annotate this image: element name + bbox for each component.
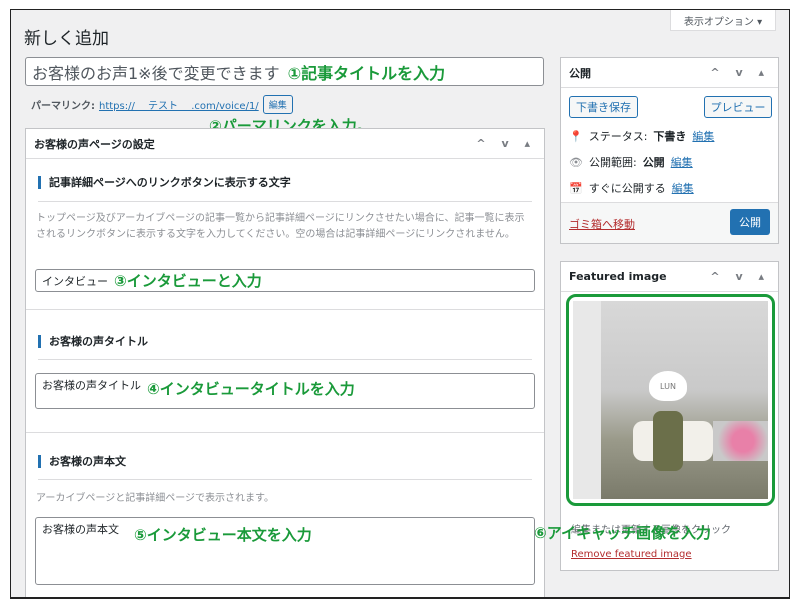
image-window [573, 301, 601, 499]
publish-button[interactable]: 公開 [730, 209, 770, 235]
visibility-value: 公開 [642, 156, 665, 169]
voice-body-textarea[interactable]: お客様の声本文 ⑤インタビュー本文を入力 [35, 517, 535, 585]
remove-featured-image-link[interactable]: Remove featured image [571, 549, 692, 560]
pin-icon: 📍 [569, 129, 583, 143]
annotation-1: ①記事タイトルを入力 [287, 63, 446, 83]
schedule-label: すぐに公開する [588, 182, 666, 195]
settings-box: お客様の声ページの設定 ^ v ▴ 記事詳細ページへのリンクボタンに表示する文字 … [25, 128, 545, 597]
permalink-row: パーマリンク: https:// テスト .com/voice/1/ 編集 [31, 95, 293, 114]
divider [26, 309, 544, 310]
edit-schedule-link[interactable]: 編集 [672, 180, 694, 196]
schedule-row: 📅 すぐに公開する 編集 [569, 180, 694, 196]
voice-body-value: お客様の声本文 [42, 523, 119, 536]
featured-image-highlight[interactable]: LUN [566, 294, 775, 506]
voice-title-textarea[interactable]: お客様の声タイトル ④インタビュータイトルを入力 [35, 373, 535, 409]
edit-status-link[interactable]: 編集 [692, 128, 714, 144]
permalink-edit-button[interactable]: 編集 [262, 95, 293, 114]
trash-link[interactable]: ゴミ箱へ移動 [569, 216, 635, 232]
post-title-value: お客様のお声1※後で変更できます [32, 63, 280, 83]
save-draft-button[interactable]: 下書き保存 [569, 96, 638, 118]
editor-screen: 新しく追加 表示オプション ▾ お客様のお声1※後で変更できます ①記事タイトル… [10, 9, 790, 599]
screen-options-button[interactable]: 表示オプション ▾ [670, 10, 776, 31]
link-text-value: インタビュー [42, 274, 108, 288]
divider [38, 359, 532, 360]
status-label: ステータス: [588, 130, 648, 143]
featured-image-header[interactable]: Featured image ^ v ▴ [561, 262, 778, 292]
link-text-description: トップページ及びアーカイブページの記事一覧から記事詳細ページにリンクさせたい場合… [36, 213, 525, 240]
permalink-label: パーマリンク: [31, 101, 95, 112]
post-title-input[interactable]: お客様のお声1※後で変更できます ①記事タイトルを入力 [25, 57, 544, 86]
status-value: 下書き [653, 130, 687, 143]
publish-box-title: 公開 [569, 66, 591, 80]
featured-image-title: Featured image [569, 270, 667, 283]
publish-box: 公開 ^ v ▴ 下書き保存 プレビュー 📍 ステータス: 下書き 編集 👁 公開範囲: 公… [560, 57, 779, 244]
calendar-icon: 📅 [569, 181, 583, 195]
box-controls-icon[interactable]: ^ v ▴ [710, 270, 770, 283]
annotation-3: ③インタビューと入力 [114, 272, 262, 290]
voice-title-value: お客様の声タイトル [42, 379, 141, 392]
image-person [653, 411, 683, 471]
status-row: 📍 ステータス: 下書き 編集 [569, 128, 714, 144]
annotation-4: ④インタビュータイトルを入力 [147, 380, 355, 398]
eye-icon: 👁 [569, 155, 583, 169]
divider [26, 432, 544, 433]
edit-visibility-link[interactable]: 編集 [671, 154, 693, 170]
preview-button[interactable]: プレビュー [704, 96, 772, 118]
link-text-heading: 記事詳細ページへのリンクボタンに表示する文字 [38, 176, 291, 189]
heart-logo: LUN [649, 371, 687, 401]
box-controls-icon[interactable]: ^ v ▴ [710, 66, 770, 79]
image-flowers [713, 421, 768, 461]
visibility-label: 公開範囲: [588, 156, 637, 169]
settings-box-header[interactable]: お客様の声ページの設定 ^ v ▴ [26, 129, 544, 159]
divider [38, 201, 532, 202]
box-controls-icon[interactable]: ^ v ▴ [476, 137, 536, 150]
voice-body-description: アーカイブページと記事詳細ページで表示されます。 [36, 493, 274, 504]
divider [38, 479, 532, 480]
publish-actions: ゴミ箱へ移動 公開 [561, 202, 778, 243]
visibility-row: 👁 公開範囲: 公開 編集 [569, 154, 693, 170]
publish-box-header[interactable]: 公開 ^ v ▴ [561, 58, 778, 88]
settings-box-title: お客様の声ページの設定 [34, 137, 155, 151]
featured-image[interactable]: LUN [573, 301, 768, 499]
permalink-url[interactable]: https:// テスト .com/voice/1/ [99, 97, 259, 112]
link-text-input[interactable]: インタビュー ③インタビューと入力 [35, 269, 535, 292]
voice-body-heading: お客様の声本文 [38, 455, 126, 468]
annotation-6: ⑥アイキャッチ画像を入力 [534, 524, 711, 542]
page-title: 新しく追加 [24, 29, 109, 49]
voice-title-heading: お客様の声タイトル [38, 335, 148, 348]
annotation-5: ⑤インタビュー本文を入力 [134, 526, 312, 544]
